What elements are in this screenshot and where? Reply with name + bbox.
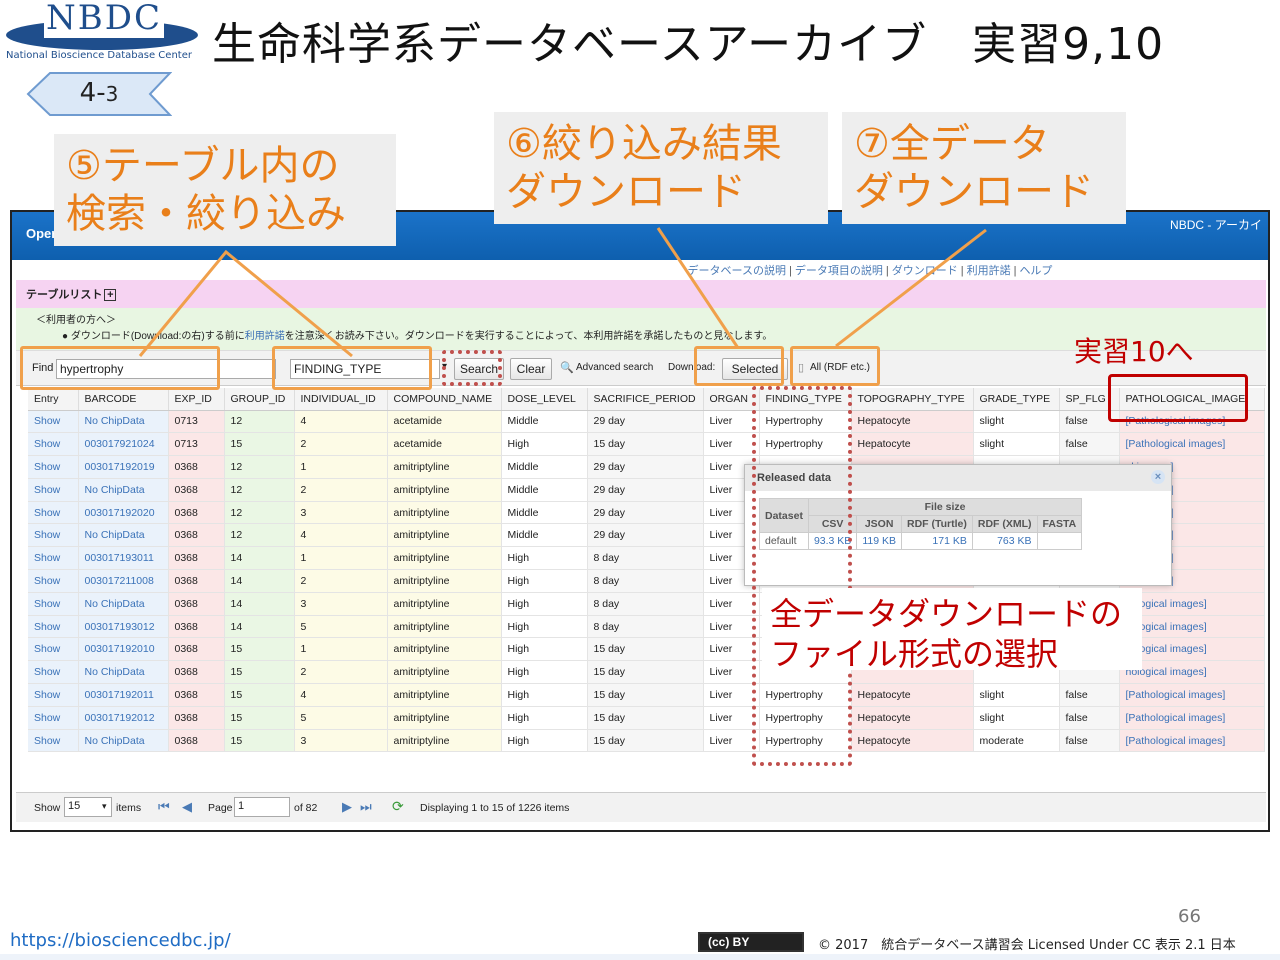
callout-table-search-line2: 検索・絞り込み (66, 191, 346, 237)
callout-filtered-download-line2: ダウンロード (506, 169, 746, 215)
format-note: 全データダウンロードの ファイル形式の選択 (762, 588, 1142, 673)
practice10-label: 実習10へ (1074, 335, 1194, 368)
format-note-line1: 全データダウンロードの (770, 595, 1123, 633)
find-input-highlight (20, 346, 220, 390)
license-text: © 2017 統合データベース講習会 Licensed Under CC 表示 … (818, 938, 1236, 953)
footer-url[interactable]: https://biosciencedbc.jp/ (10, 930, 231, 951)
format-note-line2: ファイル形式の選択 (770, 635, 1059, 673)
slide: NBDC National Bioscience Database Center… (0, 0, 1280, 960)
cc-badge: (cc) BY (698, 932, 804, 952)
callout-all-download-line2: ダウンロード (854, 169, 1094, 215)
page-number: 66 (1178, 906, 1201, 927)
callout-filtered-download: ⑥絞り込み結果 ダウンロード (494, 112, 828, 224)
pathological-image-highlight (1108, 374, 1248, 422)
callout-table-search-line1: ⑤テーブル内の (66, 143, 340, 189)
finding-type-highlight (752, 386, 852, 766)
field-select-highlight (272, 346, 432, 390)
search-button-highlight (442, 350, 502, 386)
callout-filtered-download-line1: ⑥絞り込み結果 (506, 121, 782, 167)
bottom-rule (0, 954, 1280, 960)
selected-button-highlight (694, 346, 784, 386)
callout-all-download-line1: ⑦全データ (854, 121, 1050, 167)
callout-table-search: ⑤テーブル内の 検索・絞り込み (54, 134, 396, 246)
callout-all-download: ⑦全データ ダウンロード (842, 112, 1126, 224)
all-download-highlight (790, 346, 880, 386)
